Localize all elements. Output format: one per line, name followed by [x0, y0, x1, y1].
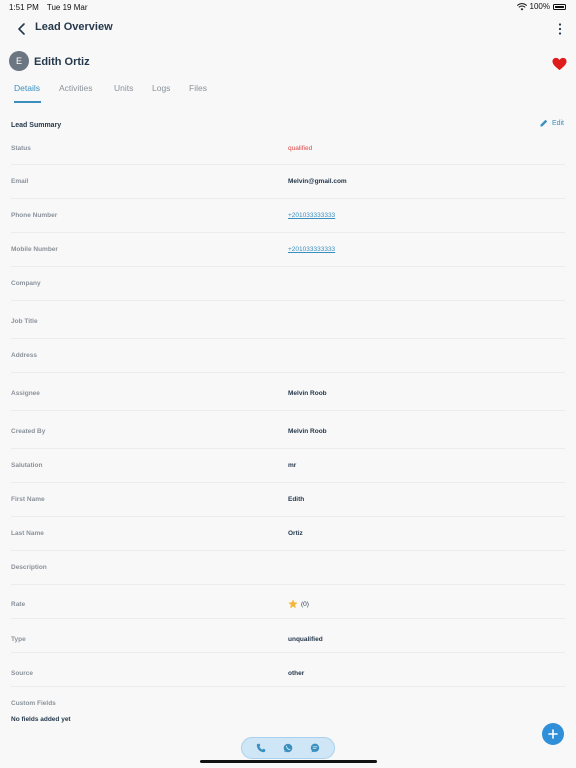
field-row-rate: Rate (0) [11, 585, 565, 619]
field-row-last-name: Last Name Ortiz [11, 517, 565, 551]
avatar: E [9, 51, 29, 71]
field-label: Type [11, 636, 26, 643]
field-label: Address [11, 352, 38, 359]
tab-bar: Details Activities Units Logs Files [0, 83, 576, 105]
field-label: Salutation [11, 462, 43, 469]
assignee-value: Melvin Roob [288, 390, 327, 397]
source-value: other [288, 670, 305, 677]
email-value: Melvin@gmail.com [288, 178, 347, 185]
field-label: Source [11, 670, 34, 677]
mobile-link[interactable]: +201033333333 [288, 246, 335, 253]
home-indicator [200, 760, 377, 763]
field-label: Assignee [11, 390, 40, 397]
last-name-value: Ortiz [288, 530, 303, 537]
lead-details-list: Status qualified Email Melvin@gmail.com … [11, 132, 565, 687]
quick-actions-bar [241, 737, 335, 759]
tab-logs[interactable]: Logs [152, 83, 170, 103]
status-time: 1:51 PM [9, 3, 39, 12]
plus-icon [548, 729, 558, 739]
field-row-company: Company [11, 267, 565, 301]
star-icon [288, 599, 298, 609]
navigation-bar: Lead Overview [0, 16, 576, 40]
field-row-phone: Phone Number +201033333333 [11, 199, 565, 233]
field-label: Rate [11, 601, 26, 608]
section-title: Lead Summary [11, 122, 62, 129]
created-by-value: Melvin Roob [288, 428, 327, 435]
lead-name: Edith Ortiz [34, 56, 90, 68]
first-name-value: Edith [288, 496, 305, 503]
field-label: Status [11, 145, 31, 152]
whatsapp-icon[interactable] [283, 743, 293, 753]
tab-activities[interactable]: Activities [59, 83, 93, 103]
salutation-value: mr [288, 462, 297, 469]
page-title: Lead Overview [35, 21, 113, 33]
lead-profile-header: E Edith Ortiz [0, 51, 576, 75]
field-label: Last Name [11, 530, 44, 537]
status-bar: 1:51 PM Tue 19 Mar 100% [0, 0, 576, 14]
phone-icon[interactable] [256, 743, 266, 753]
tab-files[interactable]: Files [189, 83, 207, 103]
phone-link[interactable]: +201033333333 [288, 212, 335, 219]
edit-label: Edit [551, 119, 564, 127]
more-vertical-icon[interactable] [556, 22, 564, 36]
field-row-created-by: Created By Melvin Roob [11, 411, 565, 449]
field-label: Description [11, 564, 47, 571]
custom-fields-empty: No fields added yet [11, 716, 71, 723]
field-row-source: Source other [11, 653, 565, 687]
field-row-first-name: First Name Edith [11, 483, 565, 517]
add-button[interactable] [542, 723, 564, 745]
chat-icon[interactable] [310, 743, 320, 753]
tab-details[interactable]: Details [14, 83, 40, 103]
wifi-icon [516, 2, 527, 10]
custom-fields-label: Custom Fields [11, 700, 56, 707]
battery-icon [553, 3, 566, 10]
status-value: qualified [288, 145, 313, 152]
back-chevron-icon[interactable] [14, 21, 30, 37]
edit-button[interactable]: Edit [540, 119, 564, 127]
heart-icon[interactable] [552, 57, 567, 71]
field-row-description: Description [11, 551, 565, 585]
field-label: Job Title [11, 318, 38, 325]
field-row-mobile: Mobile Number +201033333333 [11, 233, 565, 267]
field-row-address: Address [11, 339, 565, 373]
field-row-status: Status qualified [11, 132, 565, 165]
battery-percent: 100% [529, 2, 550, 11]
field-label: First Name [11, 496, 45, 503]
tab-units[interactable]: Units [114, 83, 133, 103]
rate-value[interactable]: (0) [288, 599, 309, 609]
field-label: Company [11, 280, 41, 287]
pencil-icon [540, 119, 548, 127]
field-row-email: Email Melvin@gmail.com [11, 165, 565, 199]
rate-count: (0) [301, 600, 309, 608]
field-row-salutation: Salutation mr [11, 449, 565, 483]
field-row-job-title: Job Title [11, 301, 565, 339]
field-label: Created By [11, 428, 46, 435]
status-date: Tue 19 Mar [46, 3, 88, 12]
field-label: Mobile Number [11, 246, 58, 253]
field-row-assignee: Assignee Melvin Roob [11, 373, 565, 411]
field-row-type: Type unqualified [11, 619, 565, 653]
active-tab-indicator [14, 101, 41, 103]
field-label: Phone Number [11, 212, 58, 219]
type-value: unqualified [288, 636, 323, 643]
field-label: Email [11, 178, 29, 185]
